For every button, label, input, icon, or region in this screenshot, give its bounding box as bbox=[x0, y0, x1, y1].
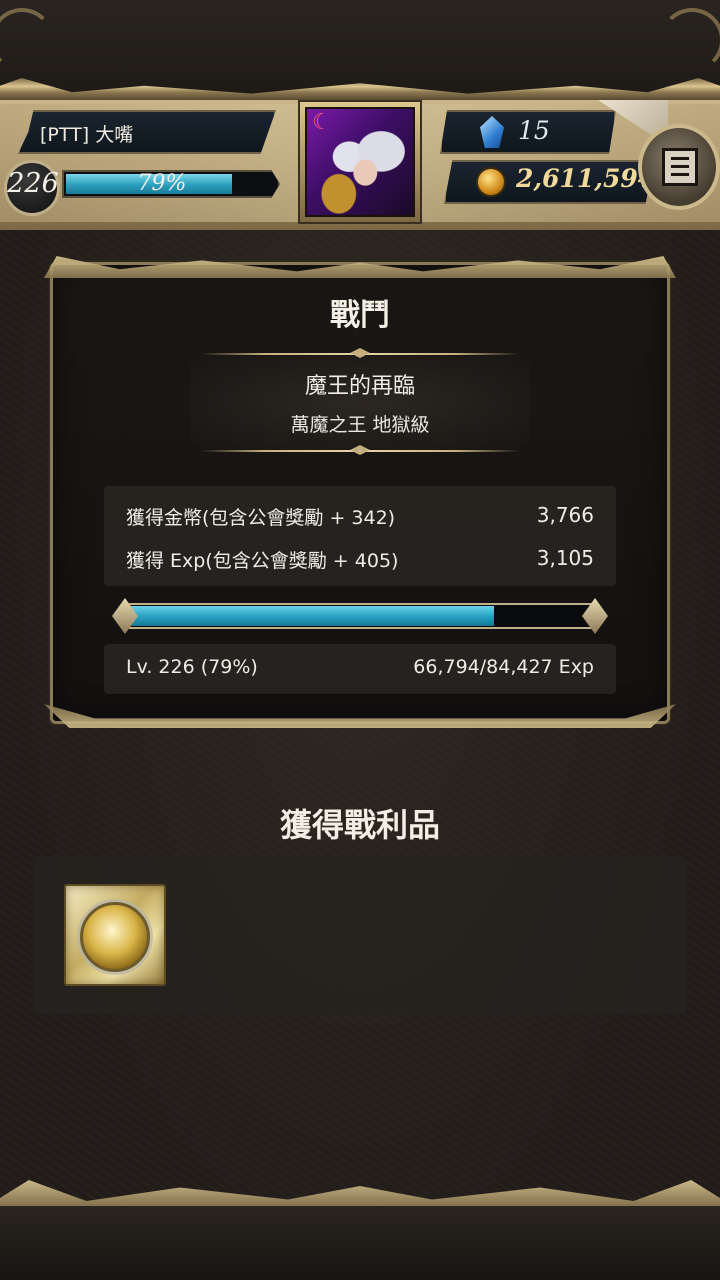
gem-count: 15 bbox=[518, 116, 550, 145]
player-name: [PTT] 大嘴 bbox=[40, 124, 134, 146]
panel-title: 戰鬥 bbox=[330, 298, 390, 333]
bottom-bar bbox=[0, 1206, 720, 1280]
level-text: Lv. 226 (79%) bbox=[126, 656, 258, 678]
player-level: 226 bbox=[7, 168, 59, 199]
stage-subtitle: 萬魔之王 地獄級 bbox=[290, 414, 430, 436]
coin-count: 2,611,594 bbox=[516, 164, 656, 193]
coin-icon bbox=[476, 167, 506, 197]
gold-medal-card-icon bbox=[80, 902, 150, 972]
reward-gold-label: 獲得金幣(包含公會獎勵 + 342) bbox=[126, 507, 396, 529]
exp-text: 66,794/84,427 Exp bbox=[413, 656, 594, 678]
reward-exp-label: 獲得 Exp(包含公會獎勵 + 405) bbox=[126, 550, 399, 572]
reward-exp-value: 3,105 bbox=[536, 546, 594, 570]
scroll-ornament-right bbox=[660, 8, 720, 72]
reward-gold-value: 3,766 bbox=[536, 503, 594, 527]
level-exp-fill bbox=[131, 606, 494, 626]
stage-title: 魔王的再臨 bbox=[304, 374, 415, 399]
menu-icon bbox=[662, 148, 698, 186]
crescent-moon-icon: ☾ bbox=[312, 110, 332, 135]
player-exp-percent: 79% bbox=[137, 171, 187, 196]
loot-title: 獲得戰利品 bbox=[279, 806, 440, 844]
